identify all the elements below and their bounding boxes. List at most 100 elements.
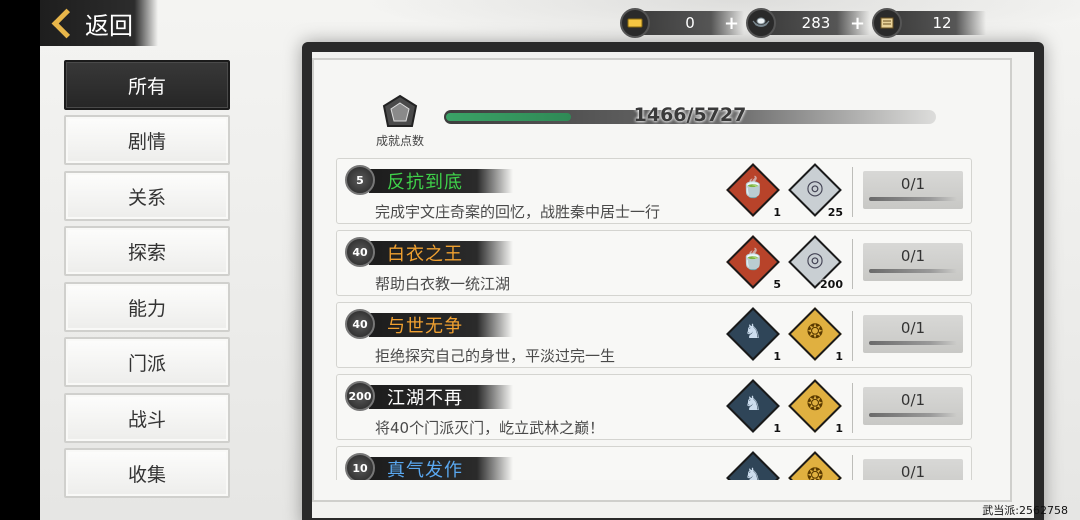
- tab-collection[interactable]: 收集: [64, 448, 230, 498]
- points-progress-text: 1466/5727: [633, 104, 747, 126]
- achievement-name: 真气发作: [387, 460, 463, 480]
- reward-item[interactable]: ◎ 200: [788, 235, 843, 291]
- row-divider: [852, 239, 853, 289]
- achievement-name: 白衣之王: [387, 244, 463, 265]
- scroll-icon: [872, 8, 902, 38]
- tea-bowl-icon: 🍵: [740, 175, 766, 199]
- reward-count: 200: [820, 278, 843, 291]
- golden-relic-icon: ❂: [806, 391, 824, 415]
- achievement-points-medal: 40: [345, 237, 375, 267]
- warrior-icon: ♞: [744, 391, 762, 415]
- tab-sect[interactable]: 门派: [64, 337, 230, 387]
- progress-text: 0/1: [900, 391, 926, 409]
- currency-gold: 0 +: [620, 8, 744, 38]
- achievement-row[interactable]: 200 江湖不再 将40个门派灭门，屹立武林之巅！ ♞ 1 ❂ 1 0/1: [336, 374, 972, 440]
- achievement-row[interactable]: 40 白衣之王 帮助白衣教一统江湖 🍵 5 ◎ 200 0/1: [336, 230, 972, 296]
- achievement-points: 5: [356, 173, 364, 187]
- reward-count: 1: [773, 422, 781, 435]
- achievement-list[interactable]: 5 反抗到底 完成宇文庄奇案的回忆，战胜秦中居士一行 🍵 1 ◎ 25 0/1 40 白衣之王 帮助…: [336, 158, 974, 480]
- reward-item[interactable]: 🍵 5: [726, 235, 781, 291]
- reward-count: 25: [827, 206, 843, 219]
- add-gold-button[interactable]: +: [724, 13, 739, 34]
- achievement-progress: 0/1: [863, 171, 963, 209]
- add-silver-button[interactable]: +: [850, 13, 865, 34]
- progress-text: 0/1: [900, 175, 926, 193]
- back-button[interactable]: 返回: [40, 0, 158, 46]
- progress-bar: [869, 341, 957, 345]
- reward-item[interactable]: ❂: [788, 451, 842, 480]
- gold-amount: 0: [685, 14, 695, 32]
- points-label: 成就点数: [375, 134, 424, 148]
- achievement-progress: 0/1: [863, 387, 963, 425]
- tab-relations[interactable]: 关系: [64, 171, 230, 221]
- achievement-points: 40: [352, 245, 368, 259]
- achievement-points-medal: 200: [345, 381, 375, 411]
- achievement-points-medal: 5: [345, 165, 375, 195]
- tab-ability[interactable]: 能力: [64, 282, 230, 332]
- row-divider: [852, 455, 853, 480]
- warrior-icon: ♞: [744, 319, 762, 343]
- progress-text: 0/1: [900, 247, 926, 265]
- medal-icon: [382, 94, 418, 127]
- golden-relic-icon: ❂: [806, 463, 824, 480]
- achievement-points-badge: 成就点数: [366, 94, 434, 150]
- achievement-name: 江湖不再: [387, 388, 463, 409]
- server-info: 武当派:2562758: [982, 504, 1068, 517]
- achievement-progress: 0/1: [863, 243, 963, 281]
- reward-count: 1: [835, 422, 843, 435]
- achievement-points: 40: [352, 317, 368, 331]
- progress-bar: [869, 197, 957, 201]
- warrior-icon: ♞: [744, 463, 762, 480]
- achievement-description: 完成宇文庄奇案的回忆，战胜秦中居士一行: [375, 203, 661, 221]
- scroll-amount: 12: [932, 14, 952, 32]
- achievement-description: 拒绝探究自己的身世，平淡过完一生: [375, 347, 616, 365]
- achievement-points-medal: 40: [345, 309, 375, 339]
- tab-all[interactable]: 所有: [64, 60, 230, 110]
- reward-item[interactable]: ♞ 1: [726, 379, 781, 435]
- reward-count: 1: [773, 350, 781, 363]
- gold-ingot-icon: [620, 8, 650, 38]
- reward-count: 1: [835, 350, 843, 363]
- silver-ingot-icon: [746, 8, 776, 38]
- achievement-points: 200: [348, 389, 372, 403]
- reward-item[interactable]: ❂ 1: [788, 307, 843, 363]
- points-progress-fill: [446, 113, 571, 121]
- achievement-name: 与世无争: [387, 316, 463, 337]
- silver-ingot-icon: ◎: [806, 175, 824, 199]
- row-divider: [852, 167, 853, 217]
- silver-amount: 283: [801, 14, 831, 32]
- achievement-points-medal: 10: [345, 453, 375, 480]
- back-label: 返回: [85, 11, 133, 40]
- progress-bar: [869, 413, 957, 417]
- reward-item[interactable]: ♞ 1: [726, 307, 781, 363]
- reward-item[interactable]: ◎ 25: [788, 163, 843, 219]
- row-divider: [852, 311, 853, 361]
- currency-silver: 283 +: [746, 8, 870, 38]
- achievement-progress: 0/1: [863, 315, 963, 353]
- tea-bowl-icon: 🍵: [740, 247, 766, 271]
- reward-item[interactable]: 🍵 1: [726, 163, 781, 219]
- achievement-row[interactable]: 40 与世无争 拒绝探究自己的身世，平淡过完一生 ♞ 1 ❂ 1 0/1: [336, 302, 972, 368]
- tab-story[interactable]: 剧情: [64, 115, 230, 165]
- achievement-row[interactable]: 5 反抗到底 完成宇文庄奇案的回忆，战胜秦中居士一行 🍵 1 ◎ 25 0/1: [336, 158, 972, 224]
- progress-text: 0/1: [900, 463, 926, 480]
- achievement-points: 10: [352, 461, 368, 475]
- tab-combat[interactable]: 战斗: [64, 393, 230, 443]
- silver-ingot-icon: ◎: [806, 247, 824, 271]
- achievement-name: 反抗到底: [387, 172, 463, 193]
- achievement-description: 帮助白衣教一统江湖: [375, 275, 511, 293]
- progress-bar: [869, 269, 957, 273]
- reward-count: 5: [773, 278, 781, 291]
- back-arrow-icon: [51, 8, 82, 38]
- reward-item[interactable]: ❂ 1: [788, 379, 843, 435]
- tab-explore[interactable]: 探索: [64, 226, 230, 276]
- achievement-description: 将40个门派灭门，屹立武林之巅！: [375, 419, 605, 437]
- row-divider: [852, 383, 853, 433]
- achievement-row[interactable]: 10 真气发作 ♞ ❂ 0/1: [336, 446, 972, 480]
- reward-count: 1: [773, 206, 781, 219]
- achievement-progress: 0/1: [863, 459, 963, 480]
- currency-scroll: 12: [872, 8, 986, 38]
- reward-item[interactable]: ♞: [726, 451, 780, 480]
- progress-text: 0/1: [900, 319, 926, 337]
- golden-relic-icon: ❂: [806, 319, 824, 343]
